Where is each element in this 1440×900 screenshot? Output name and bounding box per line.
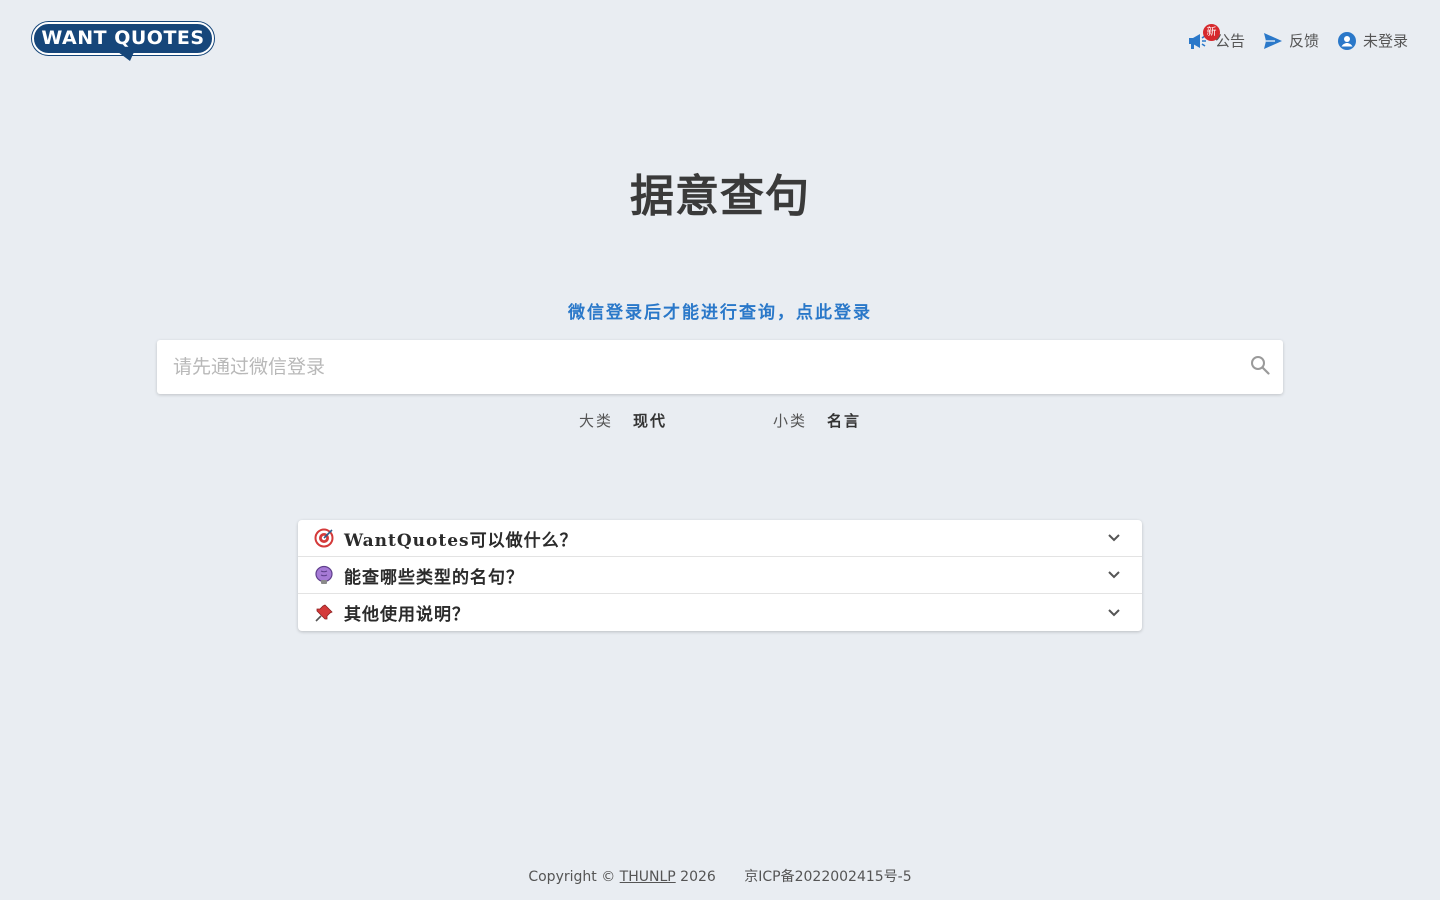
faq-accordion: WantQuotes可以做什么？ 能查哪些类型的名句？ 其他使用说明？: [298, 520, 1142, 631]
chevron-down-icon: [1104, 603, 1124, 623]
faq-question: 其他使用说明？: [344, 605, 470, 625]
copyright-year: 2026: [680, 869, 716, 885]
search-bar: [157, 340, 1283, 394]
category-major-select[interactable]: 现代: [633, 410, 667, 431]
target-icon: [314, 528, 334, 548]
pushpin-icon: [314, 603, 334, 623]
page-title: 据意查句: [630, 171, 810, 222]
page: WANT QUOTES 新 公告 反馈 未登录 据意查句 微信登录后才能进行查询…: [0, 0, 1440, 900]
search-input[interactable]: [157, 340, 1237, 394]
send-icon: [1263, 32, 1283, 50]
account-label: 未登录: [1362, 32, 1408, 50]
top-nav: 新 公告 反馈 未登录: [1187, 24, 1408, 51]
copyright-prefix: Copyright ©: [528, 869, 616, 885]
search-button[interactable]: [1237, 340, 1283, 394]
account-link[interactable]: 未登录: [1337, 30, 1408, 51]
faq-item[interactable]: 其他使用说明？: [298, 594, 1142, 631]
faq-item[interactable]: 能查哪些类型的名句？: [298, 557, 1142, 594]
faq-question: 能查哪些类型的名句？: [344, 567, 524, 588]
announcement-link[interactable]: 新 公告: [1187, 24, 1245, 51]
footer: Copyright © THUNLP 2026 京ICP备2022002415号…: [0, 866, 1440, 886]
feedback-link[interactable]: 反馈: [1263, 30, 1319, 51]
icp-record: 京ICP备2022002415号-5: [744, 869, 912, 885]
category-minor-label: 小类: [773, 412, 808, 430]
feedback-label: 反馈: [1288, 32, 1319, 50]
search-icon: [1250, 355, 1270, 379]
login-link[interactable]: 微信登录后才能进行查询，点此登录: [0, 298, 1440, 323]
brain-icon: [314, 565, 334, 585]
new-badge: 新: [1202, 24, 1220, 41]
account-icon: [1337, 31, 1357, 51]
logo-text: WANT QUOTES: [41, 27, 205, 49]
chevron-down-icon: [1104, 528, 1124, 548]
category-minor: 小类 名言: [773, 410, 861, 431]
category-minor-select[interactable]: 名言: [827, 410, 861, 431]
category-major: 大类 现代: [579, 410, 667, 431]
chevron-down-icon: [1104, 565, 1124, 585]
category-major-label: 大类: [578, 412, 613, 430]
category-selectors: 大类 现代 小类 名言: [0, 410, 1440, 431]
faq-question: WantQuotes可以做什么？: [344, 530, 578, 551]
thunlp-link[interactable]: THUNLP: [620, 869, 676, 885]
logo[interactable]: WANT QUOTES: [32, 22, 214, 62]
faq-item[interactable]: WantQuotes可以做什么？: [298, 520, 1142, 557]
